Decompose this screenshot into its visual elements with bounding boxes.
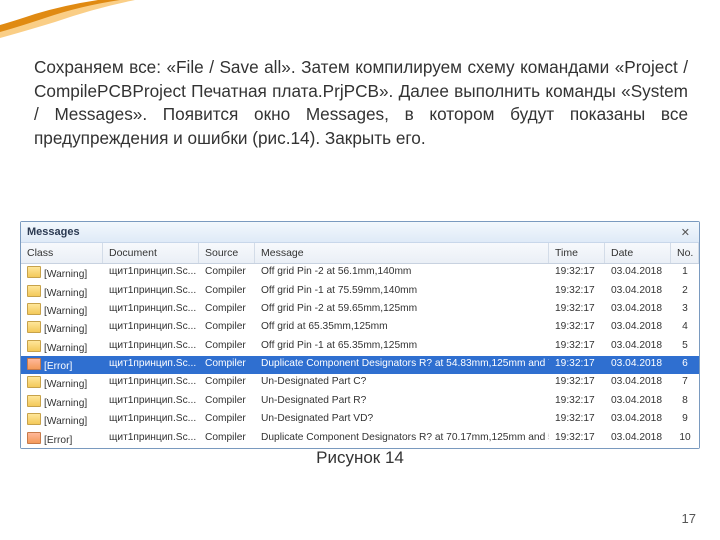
table-row[interactable]: [Error]щит1принцип.Sc...CompilerDuplicat… [21,356,699,374]
table-row[interactable]: [Error]щит1принцип.Sc...CompilerDuplicat… [21,429,699,447]
col-date: Date [605,243,671,263]
warning-icon [27,413,41,425]
warning-icon [27,266,41,278]
warning-icon [27,321,41,333]
warning-icon [27,285,41,297]
warning-icon [27,340,41,352]
figure-caption: Рисунок 14 [0,448,720,468]
warning-icon [27,303,41,315]
warning-icon [27,395,41,407]
error-icon [27,432,41,444]
warning-icon [27,376,41,388]
col-class: Class [21,243,103,263]
window-title: Messages [27,226,80,238]
table-header: Class Document Source Message Time Date … [21,243,699,264]
table-row[interactable]: [Warning]щит1принцип.Sc...CompilerUn-Des… [21,374,699,392]
col-no: No. [671,243,699,263]
table-row[interactable]: [Warning]щит1принцип.Sc...CompilerOff gr… [21,338,699,356]
window-titlebar: Messages ✕ [21,222,699,243]
col-message: Message [255,243,549,263]
page-number: 17 [682,511,696,526]
table-row[interactable]: [Warning]щит1принцип.Sc...CompilerOff gr… [21,282,699,300]
table-row[interactable]: [Warning]щит1принцип.Sc...CompilerOff gr… [21,319,699,337]
col-source: Source [199,243,255,263]
close-icon[interactable]: ✕ [678,226,693,239]
figure-messages-window: Messages ✕ Class Document Source Message… [20,221,700,449]
error-icon [27,358,41,370]
table-row[interactable]: [Warning]щит1принцип.Sc...CompilerUn-Des… [21,393,699,411]
decorative-swoosh [0,0,140,52]
col-document: Document [103,243,199,263]
table-row[interactable]: [Warning]щит1принцип.Sc...CompilerOff gr… [21,264,699,282]
col-time: Time [549,243,605,263]
table-body: [Warning]щит1принцип.Sc...CompilerOff gr… [21,264,699,448]
table-row[interactable]: [Warning]щит1принцип.Sc...CompilerUn-Des… [21,411,699,429]
body-paragraph: Сохраняем все: «File / Save all». Затем … [34,56,688,151]
table-row[interactable]: [Warning]щит1принцип.Sc...CompilerOff gr… [21,301,699,319]
